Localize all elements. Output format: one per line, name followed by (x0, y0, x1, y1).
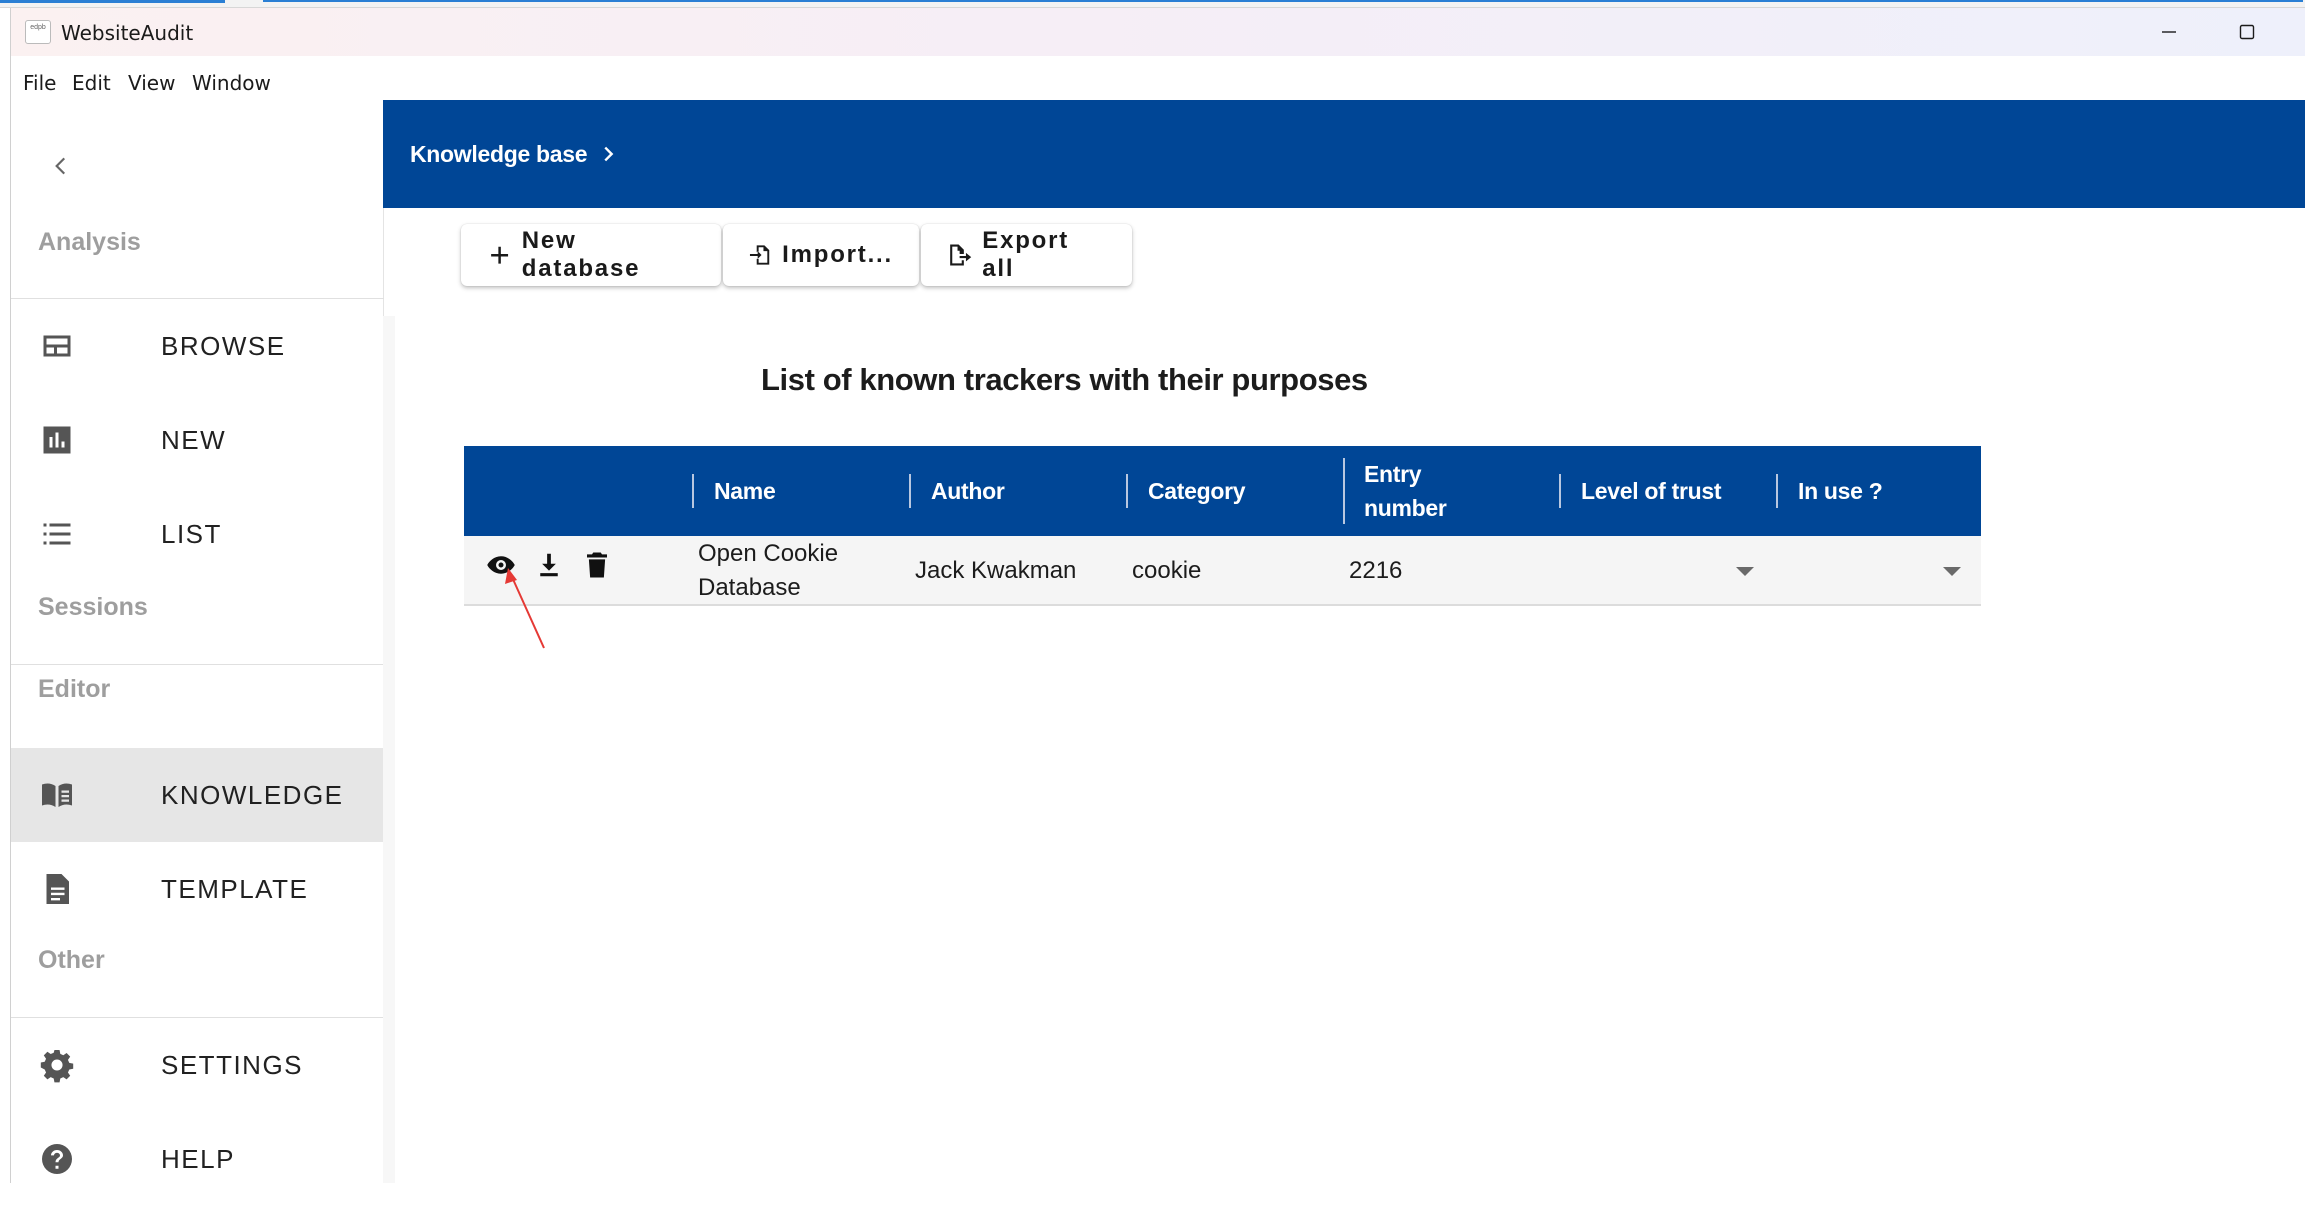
top-accent-right (263, 0, 2303, 2)
plus-icon (491, 246, 509, 264)
delete-button[interactable] (580, 548, 614, 582)
sidebar-item-settings[interactable]: SETTINGS (11, 1018, 384, 1112)
bar-chart-icon (35, 418, 79, 462)
import-button[interactable]: Import... (723, 224, 919, 286)
sidebar-item-new[interactable]: NEW (11, 393, 384, 487)
column-header-level-of-trust[interactable]: Level of trust (1581, 446, 1722, 536)
sidebar: Analysis BROWSE NEW LIST Sessions Editor (11, 100, 384, 1183)
new-database-button[interactable]: New database (461, 224, 721, 286)
table-row[interactable]: Open Cookie Database Jack Kwakman cookie… (464, 536, 1981, 606)
maximize-icon (2239, 24, 2255, 40)
content-edge (383, 316, 395, 1183)
section-sessions: Sessions (38, 593, 148, 621)
import-label: Import... (782, 241, 893, 268)
menu-window[interactable]: Window (192, 71, 271, 95)
download-button[interactable] (532, 548, 566, 582)
column-separator (1776, 474, 1778, 508)
row-actions (484, 548, 614, 582)
trash-icon (587, 552, 607, 578)
menu-bar: File Edit View Window (11, 56, 2305, 100)
export-all-button[interactable]: Export all (921, 224, 1132, 286)
title-bar: edpb WebsiteAudit (11, 8, 2305, 56)
sidebar-item-template[interactable]: TEMPLATE (11, 842, 384, 936)
view-button[interactable] (484, 548, 518, 582)
column-separator (909, 474, 911, 508)
trackers-table: Name Author Category Entry number Level … (464, 446, 1981, 606)
chevron-right-icon (604, 146, 614, 162)
sidebar-item-label: HELP (161, 1143, 235, 1174)
chevron-down-icon (1736, 566, 1754, 576)
import-icon (749, 245, 770, 265)
sidebar-divider (11, 664, 384, 665)
column-header-name[interactable]: Name (714, 446, 776, 536)
browse-icon (35, 324, 79, 368)
table-header: Name Author Category Entry number Level … (464, 446, 1981, 536)
section-other: Other (38, 946, 105, 974)
help-icon (35, 1137, 79, 1181)
top-accent-left (0, 0, 225, 3)
sidebar-item-knowledge[interactable]: KNOWLEDGE (11, 748, 384, 842)
new-database-label: New database (521, 227, 641, 282)
export-all-label: Export all (982, 227, 1070, 282)
column-header-author[interactable]: Author (931, 446, 1005, 536)
list-icon (35, 512, 79, 556)
maximize-button[interactable] (2209, 8, 2285, 56)
app-logo: edpb (25, 20, 51, 44)
sidebar-item-label: SETTINGS (161, 1049, 304, 1080)
menu-edit[interactable]: Edit (72, 71, 111, 95)
eye-icon (487, 556, 515, 574)
menu-file[interactable]: File (23, 71, 56, 95)
section-analysis: Analysis (38, 228, 141, 256)
column-separator (1559, 474, 1561, 508)
section-editor: Editor (38, 675, 111, 703)
cell-entry-number: 2216 (1349, 557, 1403, 584)
column-separator (1126, 474, 1128, 508)
export-icon (950, 244, 972, 266)
in-use-select[interactable] (1781, 536, 1981, 606)
book-icon (35, 773, 79, 817)
sidebar-item-help[interactable]: HELP (11, 1112, 384, 1206)
sidebar-item-browse[interactable]: BROWSE (11, 299, 384, 393)
cell-author: Jack Kwakman (915, 557, 1077, 584)
page-header: Knowledge base (383, 100, 2305, 208)
column-separator (1343, 458, 1345, 524)
breadcrumb-label: Knowledge base (410, 140, 588, 167)
column-header-category[interactable]: Category (1148, 446, 1246, 536)
sidebar-item-label: TEMPLATE (161, 873, 309, 904)
sidebar-item-label: KNOWLEDGE (161, 779, 344, 810)
collapse-sidebar-button[interactable] (43, 148, 79, 184)
sidebar-item-label: BROWSE (161, 330, 286, 361)
chevron-left-icon (55, 157, 66, 175)
menu-view[interactable]: View (128, 71, 175, 95)
chevron-down-icon (1943, 566, 1961, 576)
cell-category: cookie (1132, 557, 1202, 584)
download-icon (540, 553, 558, 577)
gear-icon (35, 1043, 79, 1087)
document-icon (35, 867, 79, 911)
cell-name: Open Cookie Database (698, 540, 839, 601)
column-separator (692, 474, 694, 508)
minimize-button[interactable] (2131, 8, 2207, 56)
app-title: WebsiteAudit (61, 21, 194, 45)
breadcrumb[interactable]: Knowledge base (410, 100, 619, 208)
sidebar-item-label: LIST (161, 518, 222, 549)
minimize-icon (2162, 31, 2176, 33)
column-header-entry-number[interactable]: Entry number (1364, 446, 1484, 536)
column-header-in-use[interactable]: In use ? (1798, 446, 1883, 536)
window-top-strip (0, 0, 2305, 8)
table-title: List of known trackers with their purpos… (761, 362, 1368, 397)
level-of-trust-select[interactable] (1564, 536, 1774, 606)
sidebar-item-list[interactable]: LIST (11, 487, 384, 581)
sidebar-item-label: NEW (161, 424, 227, 455)
